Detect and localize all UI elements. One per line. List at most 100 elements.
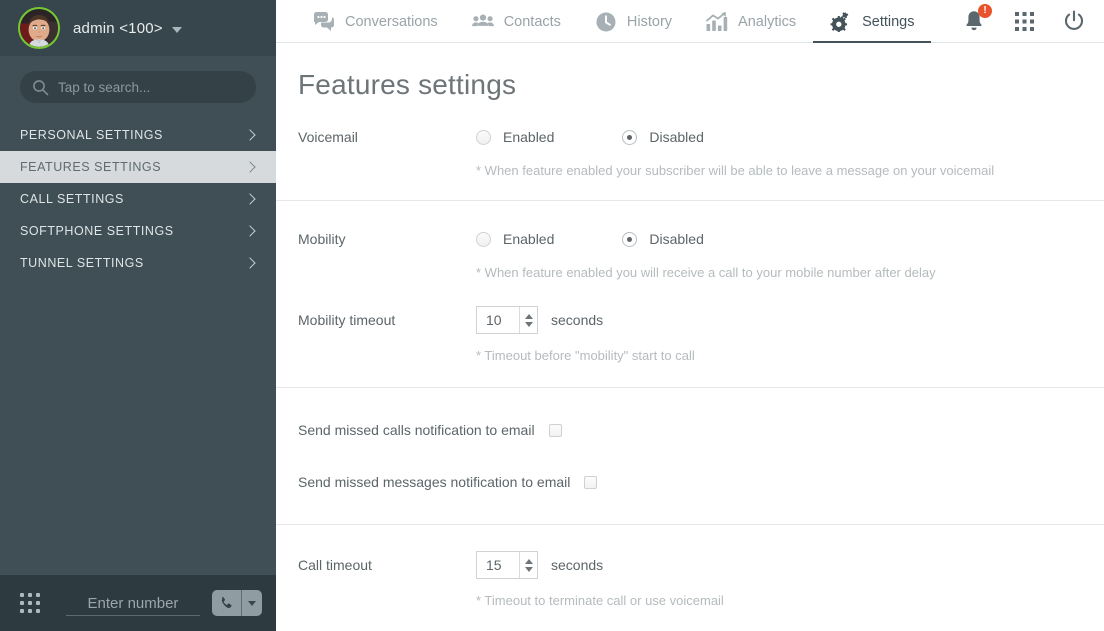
- sidebar-item-personal-settings[interactable]: PERSONAL SETTINGS: [0, 119, 276, 151]
- search-placeholder: Tap to search...: [58, 79, 151, 95]
- sidebar: admin <100> Tap to search... PERSONAL SE…: [0, 0, 276, 631]
- dialer-bar: Enter number: [0, 575, 276, 631]
- mobility-timeout-label: Mobility timeout: [298, 312, 396, 328]
- gear-icon: [830, 11, 852, 33]
- mobility-timeout-value[interactable]: 10: [477, 307, 519, 333]
- sidebar-item-tunnel-settings[interactable]: TUNNEL SETTINGS: [0, 247, 276, 279]
- mobility-disabled-option[interactable]: Disabled: [622, 231, 704, 247]
- chart-icon: [706, 11, 728, 33]
- chevron-right-icon: [244, 161, 256, 173]
- call-timeout-row: Call timeout 15 seconds: [298, 551, 1104, 579]
- mobility-radio-group: Enabled Disabled: [476, 231, 704, 247]
- section-mobility: Mobility Enabled Disabled * When feature…: [276, 201, 1104, 387]
- call-timeout-hint: * Timeout to terminate call or use voice…: [476, 593, 724, 608]
- sidebar-item-label: SOFTPHONE SETTINGS: [20, 224, 174, 238]
- section-notifications: Send missed calls notification to email …: [276, 388, 1104, 524]
- voicemail-label: Voicemail: [298, 129, 358, 145]
- sidebar-search-zone: Tap to search...: [0, 56, 276, 117]
- radio-unselected-icon: [476, 129, 491, 145]
- call-timeout-label: Call timeout: [298, 557, 372, 573]
- search-icon: [32, 79, 49, 96]
- sidebar-item-label: PERSONAL SETTINGS: [20, 128, 163, 142]
- call-options-button[interactable]: [242, 590, 262, 616]
- missed-calls-label: Send missed calls notification to email: [298, 422, 535, 438]
- voicemail-radio-group: Enabled Disabled: [476, 129, 704, 145]
- tab-settings[interactable]: Settings: [813, 0, 932, 43]
- stepper-down-icon[interactable]: [524, 566, 533, 572]
- section-call-timeout: Call timeout 15 seconds * Timeout to ter…: [276, 525, 1104, 608]
- missed-calls-checkbox[interactable]: [548, 423, 562, 437]
- missed-messages-checkbox[interactable]: [584, 475, 598, 489]
- radio-label: Enabled: [503, 129, 555, 145]
- tab-label: Contacts: [503, 13, 561, 30]
- search-input[interactable]: Tap to search...: [20, 71, 256, 103]
- voicemail-row: Voicemail Enabled Disabled: [298, 125, 1104, 149]
- chevron-down-icon[interactable]: [171, 26, 182, 33]
- sidebar-menu: PERSONAL SETTINGS FEATURES SETTINGS CALL…: [0, 119, 276, 279]
- stepper-down-icon[interactable]: [524, 321, 533, 327]
- sidebar-item-call-settings[interactable]: CALL SETTINGS: [0, 183, 276, 215]
- bell-icon[interactable]: !: [962, 4, 992, 33]
- chevron-right-icon: [244, 129, 256, 141]
- chevron-right-icon: [244, 225, 256, 237]
- power-icon[interactable]: [1062, 9, 1086, 33]
- sidebar-item-label: TUNNEL SETTINGS: [20, 256, 144, 270]
- mobility-timeout-stepper[interactable]: 10: [476, 306, 538, 334]
- mobility-row: Mobility Enabled Disabled: [298, 227, 1104, 251]
- tab-contacts[interactable]: Contacts: [455, 0, 578, 43]
- call-button[interactable]: [212, 590, 242, 616]
- main-content: Conversations Contacts History Analytics…: [276, 0, 1104, 631]
- call-button-group: [212, 590, 262, 616]
- stepper-up-icon[interactable]: [524, 313, 533, 319]
- chevron-right-icon: [244, 257, 256, 269]
- voicemail-hint: * When feature enabled your subscriber w…: [476, 163, 995, 178]
- call-timeout-unit: seconds: [551, 557, 604, 573]
- user-name: admin <100>: [73, 19, 163, 37]
- stepper-arrows[interactable]: [519, 552, 537, 578]
- tab-conversations[interactable]: Conversations: [296, 0, 455, 43]
- radio-label: Disabled: [649, 129, 704, 145]
- stepper-arrows[interactable]: [519, 307, 537, 333]
- tab-label: Settings: [862, 13, 915, 30]
- mobility-label: Mobility: [298, 231, 346, 247]
- app-root: admin <100> Tap to search... PERSONAL SE…: [0, 0, 1104, 631]
- missed-messages-label: Send missed messages notification to ema…: [298, 474, 571, 490]
- sidebar-item-label: FEATURES SETTINGS: [20, 160, 162, 174]
- sidebar-item-label: CALL SETTINGS: [20, 192, 124, 206]
- missed-messages-row[interactable]: Send missed messages notification to ema…: [298, 474, 1104, 490]
- call-timeout-value[interactable]: 15: [477, 552, 519, 578]
- chat-icon: [313, 11, 335, 33]
- number-input-placeholder: Enter number: [87, 595, 179, 612]
- avatar-photo: [20, 9, 58, 47]
- number-input[interactable]: Enter number: [66, 590, 200, 616]
- radio-unselected-icon: [476, 231, 491, 247]
- avatar[interactable]: [18, 7, 60, 49]
- tab-analytics[interactable]: Analytics: [689, 0, 813, 43]
- contacts-icon: [471, 11, 494, 33]
- sidebar-user-header[interactable]: admin <100>: [0, 0, 276, 56]
- radio-label: Disabled: [649, 231, 704, 247]
- tab-history[interactable]: History: [578, 0, 689, 43]
- sidebar-item-features-settings[interactable]: FEATURES SETTINGS: [0, 151, 276, 183]
- topnav-actions: !: [962, 0, 1104, 42]
- voicemail-enabled-option[interactable]: Enabled: [476, 129, 554, 145]
- call-timeout-stepper[interactable]: 15: [476, 551, 538, 579]
- mobility-hint: * When feature enabled you will receive …: [476, 265, 936, 280]
- stepper-up-icon[interactable]: [524, 558, 533, 564]
- sidebar-item-softphone-settings[interactable]: SOFTPHONE SETTINGS: [0, 215, 276, 247]
- mobility-enabled-option[interactable]: Enabled: [476, 231, 554, 247]
- section-voicemail: Voicemail Enabled Disabled * When featur…: [276, 101, 1104, 200]
- mobility-timeout-unit: seconds: [551, 312, 604, 328]
- dialpad-icon[interactable]: [20, 593, 40, 613]
- top-navigation: Conversations Contacts History Analytics…: [276, 0, 1104, 43]
- page-title: Features settings: [298, 69, 517, 100]
- tab-label: Analytics: [738, 13, 797, 30]
- mobility-timeout-row: Mobility timeout 10 seconds: [298, 306, 1104, 334]
- voicemail-disabled-option[interactable]: Disabled: [622, 129, 704, 145]
- apps-grid-icon[interactable]: [1012, 9, 1036, 33]
- chevron-right-icon: [244, 193, 256, 205]
- missed-calls-row[interactable]: Send missed calls notification to email: [298, 422, 1104, 438]
- notification-badge: !: [978, 4, 992, 18]
- radio-selected-icon: [622, 231, 638, 247]
- radio-selected-icon: [622, 129, 638, 145]
